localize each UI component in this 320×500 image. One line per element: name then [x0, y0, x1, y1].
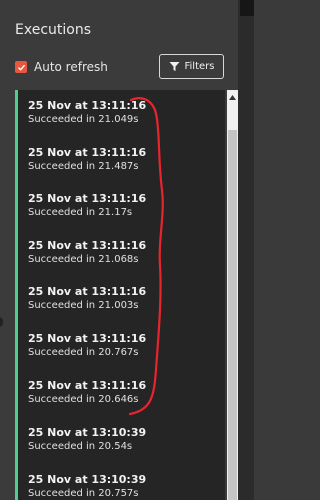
- list-scrollbar[interactable]: [227, 90, 238, 500]
- execution-item[interactable]: 25 Nov at 13:11:16 Succeeded in 21.068s: [28, 239, 208, 266]
- panel-resize-handle[interactable]: [0, 317, 3, 327]
- edge-strip: [240, 0, 254, 16]
- execution-item[interactable]: 25 Nov at 13:11:16 Succeeded in 20.767s: [28, 332, 208, 359]
- chevron-up-icon: [229, 94, 236, 100]
- execution-item[interactable]: 25 Nov at 13:11:16 Succeeded in 21.003s: [28, 285, 208, 312]
- execution-status: Succeeded in 20.767s: [28, 347, 139, 358]
- execution-status: Succeeded in 21.003s: [28, 300, 139, 311]
- execution-status: Succeeded in 20.757s: [28, 488, 139, 499]
- execution-status: Succeeded in 21.17s: [28, 207, 133, 218]
- execution-item[interactable]: 25 Nov at 13:11:16 Succeeded in 20.646s: [28, 379, 208, 406]
- execution-time: 25 Nov at 13:10:39: [28, 426, 147, 439]
- execution-status: Succeeded in 20.646s: [28, 394, 139, 405]
- execution-item[interactable]: 25 Nov at 13:11:16 Succeeded in 21.049s: [28, 99, 208, 126]
- execution-item[interactable]: 25 Nov at 13:11:16 Succeeded in 21.487s: [28, 146, 208, 173]
- execution-status: Succeeded in 20.54s: [28, 441, 133, 452]
- execution-status: Succeeded in 21.068s: [28, 254, 139, 265]
- execution-time: 25 Nov at 13:11:16: [28, 146, 147, 159]
- filters-label: Filters: [184, 61, 215, 72]
- executions-list: 25 Nov at 13:11:16 Succeeded in 21.049s …: [15, 90, 225, 500]
- funnel-icon: [169, 62, 179, 71]
- execution-status: Succeeded in 21.049s: [28, 114, 139, 125]
- execution-time: 25 Nov at 13:11:16: [28, 239, 147, 252]
- execution-time: 25 Nov at 13:11:16: [28, 332, 147, 345]
- execution-time: 25 Nov at 13:11:16: [28, 379, 147, 392]
- panel-title: Executions: [15, 22, 91, 38]
- execution-item[interactable]: 25 Nov at 13:10:39 Succeeded in 20.757s: [28, 473, 208, 500]
- auto-refresh-toggle[interactable]: Auto refresh: [15, 60, 108, 74]
- window-edge: [238, 0, 254, 500]
- execution-item[interactable]: 25 Nov at 13:11:16 Succeeded in 21.17s: [28, 192, 208, 219]
- scroll-thumb[interactable]: [228, 130, 237, 500]
- filters-button[interactable]: Filters: [159, 54, 224, 79]
- execution-time: 25 Nov at 13:11:16: [28, 99, 147, 112]
- scroll-up-button[interactable]: [227, 90, 238, 104]
- execution-time: 25 Nov at 13:10:39: [28, 473, 147, 486]
- checkmark-icon: [17, 64, 25, 71]
- auto-refresh-checkbox[interactable]: [15, 61, 27, 73]
- execution-time: 25 Nov at 13:11:16: [28, 192, 147, 205]
- execution-time: 25 Nov at 13:11:16: [28, 285, 147, 298]
- execution-status: Succeeded in 21.487s: [28, 161, 139, 172]
- auto-refresh-label: Auto refresh: [34, 60, 108, 74]
- success-accent-bar: [15, 90, 18, 500]
- executions-panel: Executions Auto refresh Filters 25 Nov a…: [0, 0, 238, 500]
- execution-item[interactable]: 25 Nov at 13:10:39 Succeeded in 20.54s: [28, 426, 208, 453]
